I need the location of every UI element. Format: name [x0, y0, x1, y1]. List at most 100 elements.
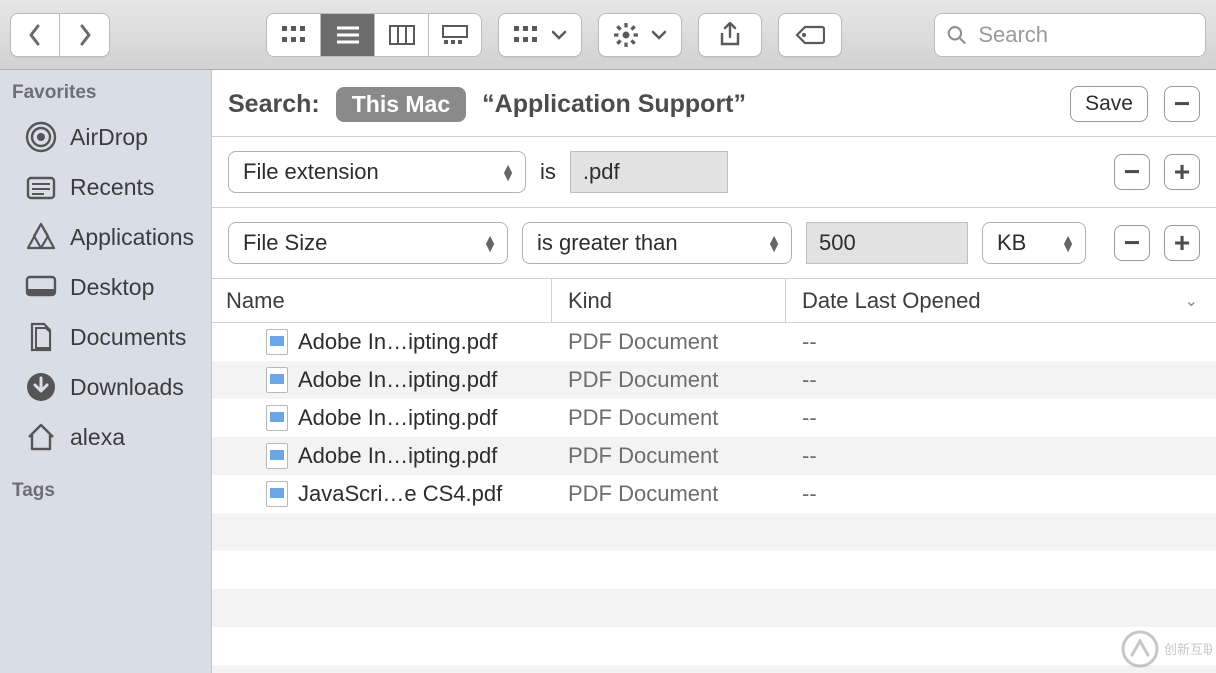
sidebar-item-airdrop[interactable]: AirDrop: [0, 112, 211, 162]
file-icon: [266, 405, 288, 431]
save-search-button[interactable]: Save: [1070, 86, 1148, 122]
action-dropdown[interactable]: [598, 13, 682, 57]
search-input[interactable]: [976, 21, 1193, 49]
search-scope-bar: Search: This Mac “Application Support” S…: [212, 70, 1216, 137]
column-header-date-label: Date Last Opened: [802, 288, 981, 314]
gear-icon: [613, 22, 639, 48]
combo-value: KB: [997, 230, 1026, 256]
empty-row: [212, 589, 1216, 627]
criteria-unit-select[interactable]: KB ▲▼: [982, 222, 1086, 264]
column-header-date[interactable]: Date Last Opened ⌄: [786, 279, 1216, 322]
remove-criteria-button[interactable]: −: [1114, 225, 1150, 261]
table-row[interactable]: Adobe In…ipting.pdf PDF Document--: [212, 437, 1216, 475]
chevron-down-icon: ⌄: [1185, 291, 1198, 311]
empty-row: [212, 551, 1216, 589]
chevron-down-icon: [651, 30, 667, 40]
tag-button[interactable]: [778, 13, 842, 57]
file-kind: PDF Document: [552, 443, 786, 469]
sidebar-item-documents[interactable]: Documents: [0, 312, 211, 362]
applications-icon: [24, 220, 58, 254]
file-kind: PDF Document: [552, 329, 786, 355]
sidebar: Favorites AirDrop Recents Applications D…: [0, 70, 212, 673]
sidebar-item-label: Desktop: [70, 274, 154, 301]
file-date: --: [786, 443, 1216, 469]
empty-row: [212, 513, 1216, 551]
forward-button[interactable]: [60, 14, 109, 56]
tag-icon: [795, 24, 825, 46]
empty-row: [212, 665, 1216, 673]
view-columns[interactable]: [374, 13, 428, 57]
criteria-operator-select[interactable]: is greater than ▲▼: [522, 222, 792, 264]
combo-value: is greater than: [537, 230, 678, 256]
scope-folder[interactable]: “Application Support”: [482, 90, 746, 119]
file-name: Adobe In…ipting.pdf: [298, 367, 497, 393]
desktop-icon: [24, 270, 58, 304]
svg-text:创新互联: 创新互联: [1164, 642, 1212, 657]
table-row[interactable]: JavaScri…e CS4.pdfPDF Document--: [212, 475, 1216, 513]
view-mode-group: [266, 13, 482, 57]
airdrop-icon: [24, 120, 58, 154]
sidebar-item-home[interactable]: alexa: [0, 412, 211, 462]
sidebar-item-recents[interactable]: Recents: [0, 162, 211, 212]
main-content: Search: This Mac “Application Support” S…: [212, 70, 1216, 673]
table-row[interactable]: Adobe In…ipting.pdf PDF Document--: [212, 399, 1216, 437]
nav-back-forward: [10, 13, 110, 57]
arrange-dropdown[interactable]: [498, 13, 582, 57]
search-box[interactable]: [934, 13, 1206, 57]
sidebar-item-applications[interactable]: Applications: [0, 212, 211, 262]
documents-icon: [24, 320, 58, 354]
column-header-kind[interactable]: Kind: [552, 279, 786, 322]
grid-arrange-icon: [513, 25, 539, 45]
sidebar-favorites-header: Favorites: [12, 82, 211, 104]
file-icon: [266, 329, 288, 355]
share-button[interactable]: [698, 13, 762, 57]
gallery-view-icon: [442, 25, 468, 45]
criteria-value-field[interactable]: .pdf: [570, 151, 728, 193]
file-kind: PDF Document: [552, 405, 786, 431]
sidebar-item-label: Documents: [70, 324, 186, 351]
column-header-name[interactable]: Name: [212, 279, 552, 322]
table-row[interactable]: Adobe In…ipting.pdf PDF Document--: [212, 323, 1216, 361]
file-icon: [266, 443, 288, 469]
file-name: Adobe In…ipting.pdf: [298, 405, 497, 431]
search-label: Search:: [228, 90, 320, 119]
table-row[interactable]: Adobe In…ipting.pdfPDF Document--: [212, 361, 1216, 399]
toolbar: [0, 0, 1216, 70]
home-icon: [24, 420, 58, 454]
chevron-right-icon: [77, 23, 93, 47]
remove-scope-button[interactable]: −: [1164, 86, 1200, 122]
search-icon: [947, 24, 966, 46]
view-list[interactable]: [320, 13, 374, 57]
file-name: JavaScri…e CS4.pdf: [298, 481, 502, 507]
chevron-left-icon: [27, 23, 43, 47]
file-date: --: [786, 329, 1216, 355]
share-icon: [719, 22, 741, 48]
view-gallery[interactable]: [428, 13, 482, 57]
sidebar-item-desktop[interactable]: Desktop: [0, 262, 211, 312]
sidebar-item-downloads[interactable]: Downloads: [0, 362, 211, 412]
criteria-row-1: File extension ▲▼ is .pdf − +: [212, 137, 1216, 208]
back-button[interactable]: [11, 14, 60, 56]
criteria-attribute-select[interactable]: File extension ▲▼: [228, 151, 526, 193]
downloads-icon: [24, 370, 58, 404]
file-name: Adobe In…ipting.pdf: [298, 329, 497, 355]
table-header: Name Kind Date Last Opened ⌄: [212, 279, 1216, 323]
empty-row: [212, 627, 1216, 665]
criteria-attribute-select[interactable]: File Size ▲▼: [228, 222, 508, 264]
watermark-logo: 创新互联: [1120, 629, 1212, 669]
file-date: --: [786, 367, 1216, 393]
sidebar-item-label: Downloads: [70, 374, 184, 401]
add-criteria-button[interactable]: +: [1164, 154, 1200, 190]
scope-this-mac[interactable]: This Mac: [336, 87, 466, 122]
file-date: --: [786, 405, 1216, 431]
criteria-operator-text: is: [540, 159, 556, 185]
column-view-icon: [389, 25, 415, 45]
criteria-value-field[interactable]: 500: [806, 222, 968, 264]
recents-icon: [24, 170, 58, 204]
view-icon-grid[interactable]: [266, 13, 320, 57]
sidebar-item-label: Applications: [70, 224, 194, 251]
file-name: Adobe In…ipting.pdf: [298, 443, 497, 469]
sidebar-item-label: AirDrop: [70, 124, 148, 151]
add-criteria-button[interactable]: +: [1164, 225, 1200, 261]
remove-criteria-button[interactable]: −: [1114, 154, 1150, 190]
